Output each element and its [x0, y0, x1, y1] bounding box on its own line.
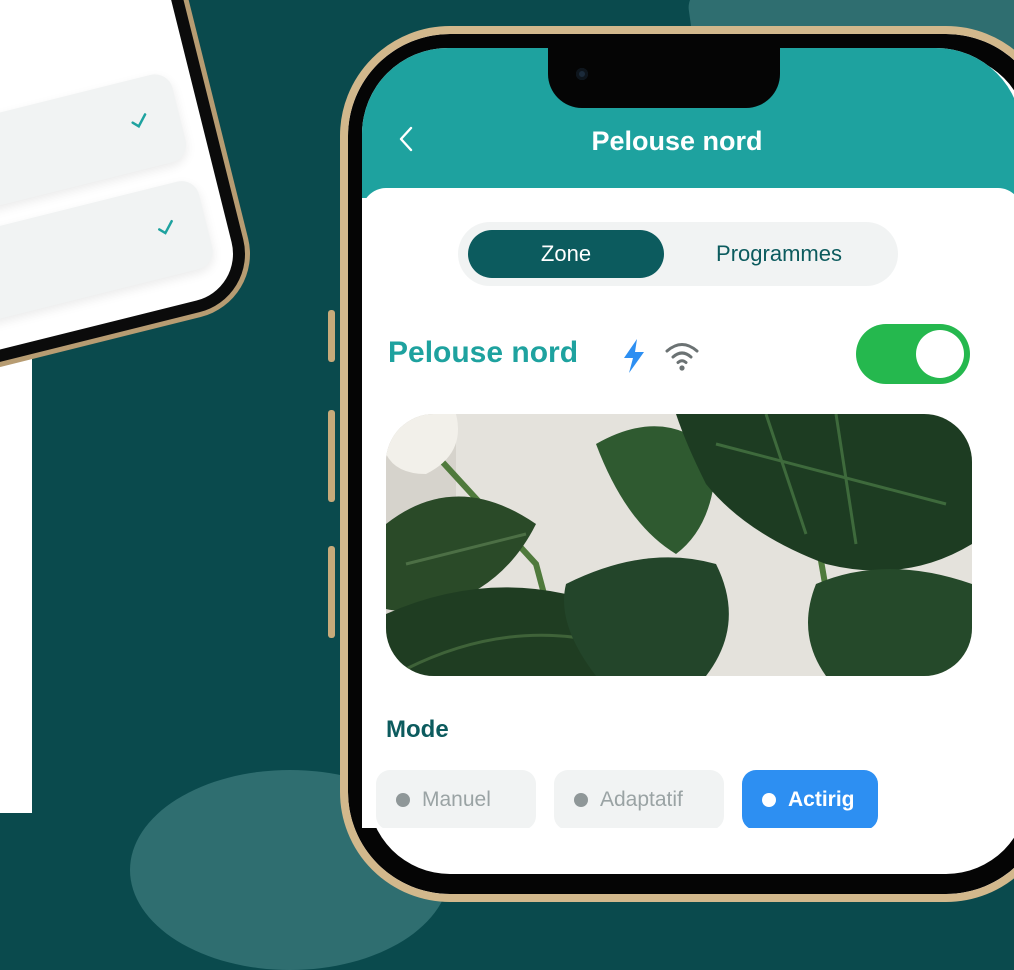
radio-dot-icon	[574, 793, 588, 807]
page-title: Pelouse nord	[591, 126, 763, 156]
mode-manuel-button[interactable]: Manuel	[376, 770, 536, 828]
check-icon	[158, 219, 173, 235]
check-icon	[131, 113, 147, 129]
toggle-knob	[916, 330, 964, 378]
radio-dot-icon	[396, 793, 410, 807]
tab-switcher: Zone Programmes	[458, 222, 898, 286]
mode-actirig-button[interactable]: Actirig	[742, 770, 878, 828]
mode-option-label: Actirig	[788, 788, 855, 811]
mode-adaptatif-button[interactable]: Adaptatif	[554, 770, 724, 828]
background-phone	[0, 0, 258, 377]
mode-section-label: Mode	[386, 716, 449, 743]
monstera-image	[386, 414, 972, 676]
camera-icon	[576, 68, 588, 80]
radio-dot-icon	[762, 793, 776, 807]
tab-zone[interactable]: Zone	[468, 230, 664, 278]
mode-option-label: Adaptatif	[600, 788, 683, 811]
phone-side-button	[328, 310, 335, 362]
zone-photo	[386, 414, 972, 676]
zone-enable-toggle[interactable]	[856, 324, 970, 384]
phone-volume-down	[328, 546, 335, 638]
phone-volume-up	[328, 410, 335, 502]
mode-option-label: Manuel	[422, 788, 491, 811]
app-screen: Pelouse nord Zone Programmes Pelouse nor…	[362, 48, 1014, 828]
bolt-icon	[624, 339, 644, 373]
list-item	[0, 177, 217, 328]
wifi-icon	[665, 343, 699, 371]
tab-programmes[interactable]: Programmes	[668, 230, 890, 278]
zone-title: Pelouse nord	[388, 336, 579, 369]
